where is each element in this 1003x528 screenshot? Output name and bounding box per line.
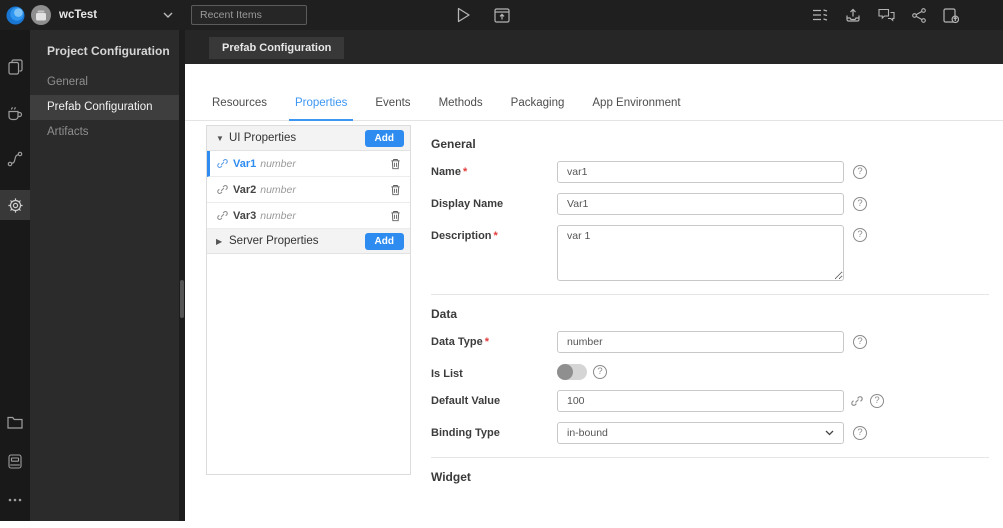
project-name: wcTest [59, 9, 98, 21]
preview-window-icon[interactable] [494, 0, 510, 30]
section-title-data: Data [431, 307, 458, 321]
chevron-down-icon[interactable] [163, 0, 173, 30]
caret-down-icon: ▼ [216, 133, 224, 143]
help-icon[interactable]: ? [853, 335, 867, 349]
properties-list-panel: ▼ UI Properties Add Var1 number Var2 num… [206, 125, 411, 475]
help-icon[interactable]: ? [593, 364, 607, 379]
publish-upload-icon[interactable] [845, 7, 861, 23]
property-type: number [260, 157, 296, 170]
delete-property-icon[interactable] [390, 184, 401, 196]
property-name: Var1 [233, 157, 257, 170]
property-name: Var3 [233, 209, 257, 222]
project-avatar-icon [31, 5, 51, 25]
property-type: number [260, 183, 296, 196]
required-asterisk: * [484, 336, 490, 348]
database-icon[interactable] [0, 446, 30, 476]
delete-property-icon[interactable] [390, 158, 401, 170]
panel-scrollbar[interactable] [180, 280, 184, 318]
data-type-field[interactable] [557, 331, 844, 353]
sidebar-item-prefab-configuration[interactable]: Prefab Configuration [30, 95, 179, 120]
project-switcher[interactable]: wcTest [31, 0, 97, 30]
folder-icon[interactable] [0, 407, 30, 437]
ui-properties-label: UI Properties [229, 132, 297, 144]
data-type-label: Data Type * [431, 336, 490, 348]
property-row-var1[interactable]: Var1 number [207, 151, 410, 177]
required-asterisk: * [493, 230, 498, 242]
topbar: wcTest [0, 0, 1003, 30]
share-branch-icon[interactable] [912, 7, 926, 23]
property-name: Var2 [233, 183, 257, 196]
link-icon [217, 184, 228, 195]
main-area: Prefab Configuration Resources Propertie… [185, 30, 1003, 521]
property-type: number [260, 209, 296, 222]
sidebar-item-artifacts[interactable]: Artifacts [30, 120, 179, 145]
help-icon[interactable]: ? [853, 228, 867, 242]
wavemaker-logo-icon[interactable] [6, 0, 25, 30]
section-divider [431, 457, 989, 458]
select-chevron-icon [825, 430, 834, 436]
tab-resources[interactable]: Resources [206, 97, 273, 120]
help-icon[interactable]: ? [853, 165, 867, 179]
tab-packaging[interactable]: Packaging [505, 97, 571, 120]
tab-properties[interactable]: Properties [288, 97, 354, 121]
editor-tab-strip: Prefab Configuration [185, 30, 1003, 64]
help-icon[interactable]: ? [853, 426, 867, 440]
caret-right-icon: ▶ [216, 236, 223, 246]
section-title-widget: Widget [431, 470, 471, 484]
toggle-knob [557, 363, 573, 380]
server-properties-group-header[interactable]: ▶ Server Properties Add [207, 229, 410, 254]
is-list-label: Is List [431, 368, 463, 380]
more-dots-icon[interactable] [0, 485, 30, 515]
description-label: Description * [431, 230, 498, 242]
panel-title: Project Configuration [47, 44, 170, 58]
feedback-chat-icon[interactable] [878, 8, 895, 23]
server-properties-label: Server Properties [229, 235, 319, 247]
tab-events[interactable]: Events [369, 97, 416, 120]
binding-type-value: in-bound [567, 427, 608, 439]
api-flow-icon[interactable] [0, 144, 30, 174]
add-ui-property-button[interactable]: Add [364, 129, 404, 147]
property-row-var3[interactable]: Var3 number [207, 203, 410, 229]
default-value-label: Default Value [431, 395, 501, 407]
bind-link-icon[interactable] [851, 395, 863, 407]
tab-app-environment[interactable]: App Environment [586, 97, 686, 120]
add-server-property-button[interactable]: Add [364, 232, 404, 250]
export-file-icon[interactable] [943, 7, 959, 23]
section-divider [431, 294, 989, 295]
display-name-field[interactable] [557, 193, 844, 215]
structure-list-icon[interactable] [812, 8, 828, 22]
settings-gear-icon[interactable] [0, 190, 30, 220]
java-services-icon[interactable] [0, 98, 30, 128]
ui-properties-group-header[interactable]: ▼ UI Properties Add [207, 126, 410, 151]
sidebar-item-general[interactable]: General [30, 70, 179, 95]
is-list-toggle[interactable] [557, 363, 587, 380]
tab-methods[interactable]: Methods [433, 97, 489, 120]
delete-property-icon[interactable] [390, 210, 401, 222]
default-value-field[interactable] [557, 390, 844, 412]
help-icon[interactable]: ? [870, 394, 884, 408]
recent-items-input[interactable] [191, 5, 307, 25]
required-asterisk: * [462, 166, 468, 178]
topbar-actions [812, 0, 959, 30]
binding-type-select[interactable]: in-bound [557, 422, 844, 444]
help-icon[interactable]: ? [853, 197, 867, 211]
link-icon [217, 210, 228, 221]
property-detail-form: General Name* ? Display Name [431, 125, 1003, 494]
run-play-icon[interactable] [456, 0, 471, 30]
pages-icon[interactable] [0, 52, 30, 82]
left-icon-rail [0, 30, 30, 521]
open-tab-prefab-configuration[interactable]: Prefab Configuration [209, 37, 345, 59]
display-name-label: Display Name [431, 198, 504, 210]
name-label: Name * [431, 166, 468, 178]
section-title-general: General [431, 137, 476, 151]
binding-type-label: Binding Type [431, 427, 500, 439]
link-icon [217, 158, 228, 169]
name-field[interactable] [557, 161, 844, 183]
description-field[interactable]: var 1 [557, 225, 844, 281]
property-row-var2[interactable]: Var2 number [207, 177, 410, 203]
project-configuration-panel: Project Configuration General Prefab Con… [30, 30, 179, 521]
config-tabs: Resources Properties Events Methods Pack… [185, 97, 1003, 121]
